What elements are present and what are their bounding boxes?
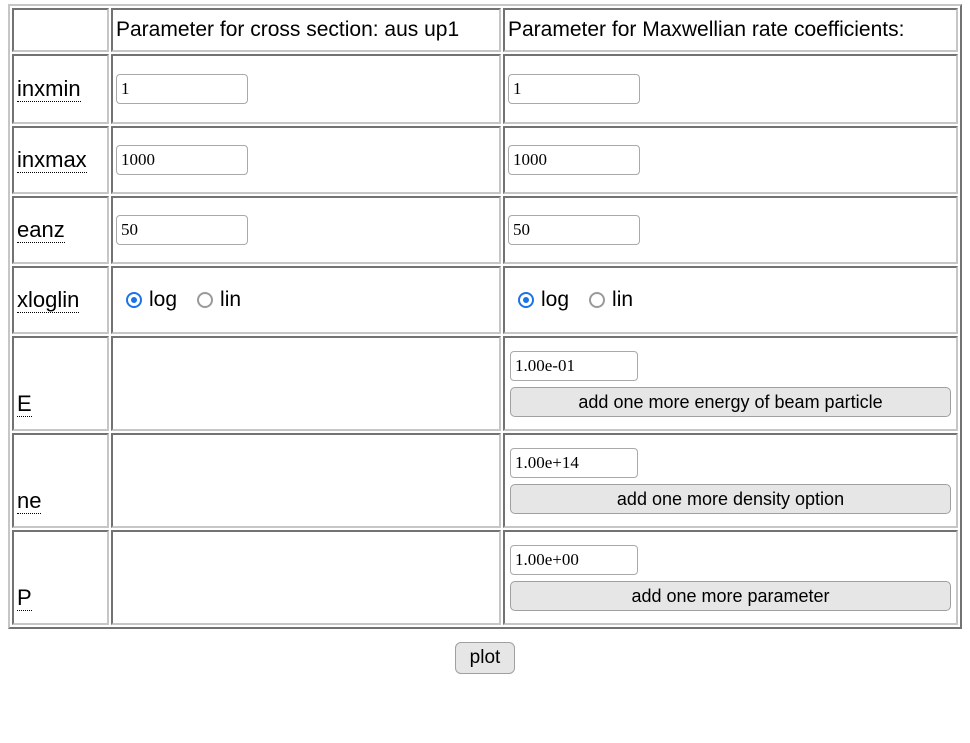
table-row: inxmin [12,54,958,124]
table-header-row: Parameter for cross section: aus up1 Par… [12,8,958,52]
xloglin-cross-option-lin[interactable]: lin [197,288,241,312]
xloglin-cross-option-log[interactable]: log [126,288,177,312]
cell-maxwell-xloglin: log lin [503,266,958,334]
cell-maxwell-p: add one more parameter [503,530,958,625]
radio-unselected-icon[interactable] [589,292,606,308]
cell-cross-p [111,530,501,625]
inxmax-maxwell-input[interactable] [508,145,640,175]
parameter-table: Parameter for cross section: aus up1 Par… [8,4,962,629]
cell-cross-eanz [111,196,501,264]
p-maxwell-stack: add one more parameter [508,541,953,615]
eanz-cross-input[interactable] [116,215,248,245]
row-label-text: E [17,391,32,417]
inxmin-maxwell-input[interactable] [508,74,640,104]
row-label-text: eanz [17,217,65,243]
row-label-xloglin: xloglin [12,266,109,334]
cell-maxwell-ne: add one more density option [503,433,958,528]
add-density-button[interactable]: add one more density option [510,483,951,514]
inxmin-cross-input[interactable] [116,74,248,104]
table-row: eanz [12,196,958,264]
xloglin-maxwell-option-log[interactable]: log [518,288,569,312]
radio-selected-icon[interactable] [518,292,534,308]
radio-label: lin [220,288,242,311]
row-label-text: P [17,585,32,611]
cell-cross-e [111,336,501,431]
plot-button-container: plot [8,642,962,674]
cell-maxwell-e: add one more energy of beam particle [503,336,958,431]
cell-maxwell-inxmax [503,126,958,194]
cell-cross-inxmin [111,54,501,124]
cell-cross-inxmax [111,126,501,194]
add-energy-button[interactable]: add one more energy of beam particle [510,386,951,417]
ne-maxwell-stack: add one more density option [508,444,953,518]
row-label-p: P [12,530,109,625]
table-row: xloglin log lin log lin [12,266,958,334]
radio-label: log [149,288,178,311]
add-parameter-button[interactable]: add one more parameter [510,580,951,611]
e-energy-input[interactable] [510,350,638,381]
table-row: P add one more parameter [12,530,958,625]
p-parameter-input[interactable] [510,544,638,575]
xloglin-maxwell-radio-group: log lin [508,288,953,312]
header-cell-cross-section: Parameter for cross section: aus up1 [111,8,501,52]
row-label-text: inxmin [17,76,81,102]
row-label-ne: ne [12,433,109,528]
radio-selected-icon[interactable] [126,292,142,308]
table-row: E add one more energy of beam particle [12,336,958,431]
radio-unselected-icon[interactable] [197,292,214,308]
row-label-text: ne [17,488,42,514]
row-label-text: xloglin [17,287,80,313]
e-maxwell-stack: add one more energy of beam particle [508,347,953,421]
cell-cross-xloglin: log lin [111,266,501,334]
table-row: ne add one more density option [12,433,958,528]
row-label-e: E [12,336,109,431]
plot-button[interactable]: plot [454,642,516,674]
radio-label: log [541,288,570,311]
row-label-eanz: eanz [12,196,109,264]
xloglin-cross-radio-group: log lin [116,288,496,312]
inxmax-cross-input[interactable] [116,145,248,175]
header-cell-maxwellian: Parameter for Maxwellian rate coefficien… [503,8,958,52]
eanz-maxwell-input[interactable] [508,215,640,245]
radio-label: lin [612,288,634,311]
row-label-inxmax: inxmax [12,126,109,194]
row-label-inxmin: inxmin [12,54,109,124]
cell-maxwell-eanz [503,196,958,264]
header-cell-blank [12,8,109,52]
table-row: inxmax [12,126,958,194]
ne-density-input[interactable] [510,447,638,478]
cell-cross-ne [111,433,501,528]
parameter-form-page: Parameter for cross section: aus up1 Par… [0,0,970,743]
row-label-text: inxmax [17,147,87,173]
xloglin-maxwell-option-lin[interactable]: lin [589,288,633,312]
cell-maxwell-inxmin [503,54,958,124]
